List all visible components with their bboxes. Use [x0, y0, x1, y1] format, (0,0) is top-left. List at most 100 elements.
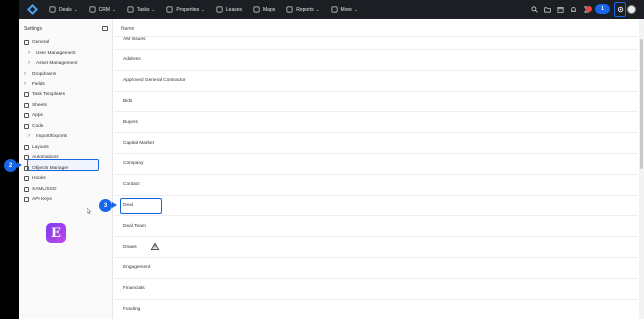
sidebar-item-general[interactable]: General	[24, 38, 49, 46]
sidebar-item-code[interactable]: Code	[24, 122, 43, 130]
sidebar-item-import-exports[interactable]: › Import/Exports	[28, 132, 67, 140]
nav-item-reports[interactable]: Reports ⌄	[286, 6, 320, 13]
saml-icon	[24, 186, 29, 192]
nav-item-label: Properties	[176, 6, 200, 13]
row-name: Funding	[123, 306, 141, 312]
objects-list: Name AM Issues Address Approved General Co…	[114, 19, 638, 319]
reports-icon	[286, 6, 293, 13]
notification-dot	[586, 6, 592, 12]
table-row[interactable]: Approved General Contractor	[114, 71, 638, 92]
table-row[interactable]: Company	[114, 154, 638, 175]
step-1-badge: 1	[595, 4, 610, 14]
sidebar-item-label: Objects Manager	[32, 165, 69, 171]
chevron-down-icon: ⌄	[111, 6, 116, 12]
step-2-badge: 2	[4, 159, 17, 172]
nav-item-label: CRM	[98, 6, 110, 13]
row-name: Approved General Contractor	[123, 78, 186, 84]
nav-item-tasks[interactable]: Tasks ⌄	[127, 6, 155, 13]
sidebar-item-label: Task Templates	[32, 91, 65, 97]
sidebar-collapse-icon[interactable]	[102, 26, 108, 31]
app-logo-icon[interactable]	[27, 4, 38, 15]
leases-icon	[216, 6, 223, 13]
scrollbar[interactable]	[639, 19, 644, 319]
calendar-icon[interactable]	[557, 6, 564, 13]
folder-icon[interactable]	[544, 6, 551, 13]
nav-item-label: Deals	[59, 6, 72, 13]
row-name: Draws	[123, 244, 137, 250]
sidebar-item-dropdowns[interactable]: › Dropdowns	[24, 70, 56, 78]
sidebar-item-apps[interactable]: Apps	[24, 111, 43, 119]
chevron-right-icon: ›	[24, 70, 26, 77]
sidebar-item-asset-management[interactable]: › Asset Management	[28, 59, 77, 67]
sidebar-item-api-keys[interactable]: API Keys	[24, 195, 52, 203]
nav-item-label: Reports	[296, 6, 314, 13]
bell-icon[interactable]	[570, 6, 577, 13]
tasks-icon	[127, 6, 134, 13]
nav-item-maps[interactable]: Maps	[253, 6, 275, 13]
settings-gear-icon[interactable]	[617, 6, 624, 13]
sidebar-item-layouts[interactable]: Layouts	[24, 143, 49, 151]
sidebar-item-label: Code	[32, 123, 44, 129]
table-row[interactable]: Draws	[114, 237, 638, 258]
nav-item-deals[interactable]: Deals ⌄	[49, 6, 78, 13]
sidebar-item-label: Fields	[32, 81, 45, 87]
row-name: Engagement	[123, 265, 151, 271]
table-row[interactable]: Buyers	[114, 112, 638, 134]
automations-icon	[24, 154, 29, 160]
sidebar-item-hooks[interactable]: Hooks	[24, 174, 46, 182]
settings-sidebar: Settings General › User Management › Asset M…	[19, 19, 113, 319]
more-icon	[331, 6, 338, 13]
table-row[interactable]: Engagement	[114, 258, 638, 279]
sidebar-item-sheets[interactable]: Sheets	[24, 101, 47, 109]
search-icon[interactable]	[531, 6, 538, 13]
row-name: Buyers	[123, 119, 138, 125]
chevron-down-icon: ⌄	[201, 6, 205, 12]
nav-item-label: Leases	[225, 6, 243, 13]
sidebar-item-objects-manager[interactable]: Objects Manager	[24, 164, 69, 172]
user-avatar[interactable]	[627, 5, 636, 14]
deal-row-highlight	[120, 198, 162, 214]
sidebar-header: Settings	[24, 26, 43, 32]
sidebar-item-automations[interactable]: Automations	[24, 153, 59, 161]
code-icon	[24, 123, 29, 129]
settings-gear-highlight[interactable]	[614, 2, 626, 17]
table-row[interactable]: Deal Team	[114, 216, 638, 238]
maps-icon	[253, 6, 260, 13]
properties-icon	[166, 6, 173, 13]
task-template-icon	[24, 91, 29, 97]
row-name: Address	[123, 57, 141, 63]
table-row[interactable]: Deal	[114, 195, 638, 217]
chevron-right-icon: ›	[28, 132, 30, 139]
row-name: Bids	[123, 98, 133, 104]
objects-icon	[24, 165, 29, 171]
deals-icon	[49, 6, 56, 13]
nav-item-leases[interactable]: Leases	[216, 6, 242, 13]
top-nav-bar: Deals ⌄ CRM ⌄ Tasks ⌄ Properties ⌄ Leases Maps Rep…	[19, 0, 644, 19]
sidebar-item-task-templates[interactable]: Task Templates	[24, 90, 65, 98]
table-row[interactable]: Address	[114, 50, 638, 71]
e-logo-icon[interactable]: E	[46, 223, 66, 243]
table-row[interactable]: Bids	[114, 91, 638, 113]
table-row[interactable]: Funding	[114, 299, 638, 319]
nav-item-more[interactable]: More ⌄	[331, 6, 358, 13]
sidebar-item-label: Dropdowns	[32, 71, 57, 77]
table-row[interactable]: Capital Market	[114, 133, 638, 154]
sidebar-item-label: Sheets	[32, 102, 47, 108]
nav-item-crm[interactable]: CRM ⌄	[89, 6, 116, 13]
table-row[interactable]: AM Issues	[114, 29, 638, 50]
row-name: Company	[123, 161, 144, 167]
nav-item-properties[interactable]: Properties ⌄	[166, 6, 205, 13]
nav-item-label: Maps	[263, 6, 276, 13]
chevron-down-icon: ⌄	[353, 6, 358, 12]
table-row[interactable]: Financials	[114, 279, 638, 300]
nav-item-label: More	[340, 6, 352, 13]
sidebar-item-user-management[interactable]: › User Management	[28, 49, 75, 57]
sidebar-item-saml-sso[interactable]: SAML/SSO	[24, 185, 57, 193]
table-row[interactable]: Contact	[114, 175, 638, 196]
nav-item-label: Tasks	[136, 6, 150, 13]
scrollbar-thumb[interactable]	[640, 39, 643, 169]
sidebar-item-fields[interactable]: › Fields	[24, 80, 45, 88]
chevron-down-icon: ⌄	[73, 6, 78, 12]
apps-icon	[24, 112, 29, 118]
chevron-right-icon: ›	[28, 49, 30, 56]
